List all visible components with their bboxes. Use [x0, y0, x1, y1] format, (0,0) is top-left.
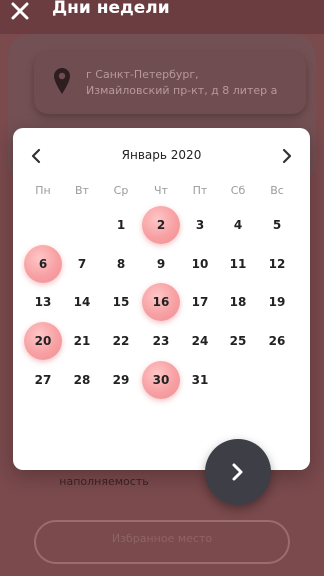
day-number: 23 — [152, 334, 170, 348]
day-number: 25 — [229, 334, 247, 348]
day-number: 1 — [116, 218, 126, 232]
location-pin-icon — [54, 68, 70, 94]
weekday-label: Чт — [154, 184, 168, 197]
calendar-day[interactable]: 12 — [258, 245, 296, 283]
calendar-day[interactable]: 31 — [181, 361, 219, 399]
day-number: 16 — [152, 295, 170, 309]
day-number: 9 — [156, 257, 166, 271]
day-number: 26 — [268, 334, 286, 348]
day-number: 27 — [34, 373, 52, 387]
address-field[interactable]: г Санкт-Петербург, Измайловский пр-кт, д… — [34, 52, 306, 114]
calendar-day[interactable]: 9 — [142, 245, 180, 283]
calendar-day[interactable]: 23 — [142, 322, 180, 360]
calendar-day[interactable]: 14 — [63, 283, 101, 321]
calendar-day[interactable]: 25 — [219, 322, 257, 360]
day-number: 7 — [77, 257, 87, 271]
calendar-day[interactable]: 4 — [219, 206, 257, 244]
weekday-label: Ср — [113, 184, 129, 197]
page-title: Дни недели — [52, 0, 170, 18]
weekday-label: Вс — [270, 184, 284, 197]
calendar-day[interactable]: 8 — [102, 245, 140, 283]
max-occupancy-line-2: наполняемость — [59, 475, 149, 488]
address-line-1: г Санкт-Петербург, — [86, 68, 199, 81]
calendar-day[interactable]: 1 — [102, 206, 140, 244]
close-icon[interactable] — [9, 0, 31, 22]
favorite-place-button[interactable]: Избранное место — [34, 520, 290, 564]
calendar-day[interactable]: 5 — [258, 206, 296, 244]
calendar-day[interactable]: 15 — [102, 283, 140, 321]
day-number: 15 — [112, 295, 130, 309]
calendar-day[interactable]: 27 — [24, 361, 62, 399]
day-number: 28 — [73, 373, 91, 387]
day-number: 19 — [268, 295, 286, 309]
day-number: 17 — [191, 295, 209, 309]
day-number: 30 — [152, 373, 170, 387]
weekday-label: Вт — [75, 184, 89, 197]
day-number: 14 — [73, 295, 91, 309]
weekday-label: Пт — [192, 184, 208, 197]
calendar-day[interactable]: 24 — [181, 322, 219, 360]
day-number: 6 — [38, 257, 48, 271]
calendar-day-selected[interactable]: 30 — [142, 361, 180, 399]
chevron-right-icon[interactable] — [279, 146, 295, 166]
calendar-day-selected[interactable]: 2 — [142, 206, 180, 244]
calendar-day[interactable]: 19 — [258, 283, 296, 321]
calendar-day[interactable]: 13 — [24, 283, 62, 321]
day-number: 13 — [34, 295, 52, 309]
calendar-day[interactable]: 29 — [102, 361, 140, 399]
favorite-place-label: Избранное место — [111, 532, 213, 545]
calendar-day[interactable]: 28 — [63, 361, 101, 399]
day-number: 3 — [195, 218, 205, 232]
app-header: Дни недели — [0, 0, 324, 34]
next-button[interactable] — [205, 439, 271, 505]
calendar-day[interactable]: 22 — [102, 322, 140, 360]
day-number: 20 — [34, 334, 52, 348]
calendar-day-selected[interactable]: 6 — [24, 245, 62, 283]
calendar-day[interactable]: 3 — [181, 206, 219, 244]
address-line-2: Измайловский пр-кт, д 8 литер а — [86, 84, 278, 97]
calendar-day-selected[interactable]: 20 — [24, 322, 62, 360]
calendar-day[interactable]: 18 — [219, 283, 257, 321]
calendar-day-selected[interactable]: 16 — [142, 283, 180, 321]
day-number: 12 — [268, 257, 286, 271]
weekday-label: Пн — [35, 184, 51, 197]
calendar-day[interactable]: 21 — [63, 322, 101, 360]
day-number: 5 — [272, 218, 282, 232]
day-number: 31 — [191, 373, 209, 387]
day-number: 21 — [73, 334, 91, 348]
calendar-day[interactable]: 26 — [258, 322, 296, 360]
day-number: 2 — [156, 218, 166, 232]
day-number: 4 — [233, 218, 243, 232]
day-number: 24 — [191, 334, 209, 348]
calendar-day[interactable]: 11 — [219, 245, 257, 283]
address-text: г Санкт-Петербург, Измайловский пр-кт, д… — [86, 67, 277, 99]
month-title: Январь 2020 — [121, 148, 202, 162]
day-number: 18 — [229, 295, 247, 309]
weekday-label: Сб — [230, 184, 246, 197]
day-number: 22 — [112, 334, 130, 348]
calendar-day[interactable]: 10 — [181, 245, 219, 283]
day-number: 29 — [112, 373, 130, 387]
chevron-right-icon — [232, 463, 243, 481]
calendar-dialog: Январь 2020 Пн Вт Ср Чт Пт Сб Вс 1 2 3 4 5 6 7 8 9 10 11… — [13, 128, 310, 470]
day-number: 10 — [191, 257, 209, 271]
calendar-day[interactable]: 7 — [63, 245, 101, 283]
day-number: 8 — [116, 257, 126, 271]
day-number: 11 — [229, 257, 247, 271]
calendar-day[interactable]: 17 — [181, 283, 219, 321]
